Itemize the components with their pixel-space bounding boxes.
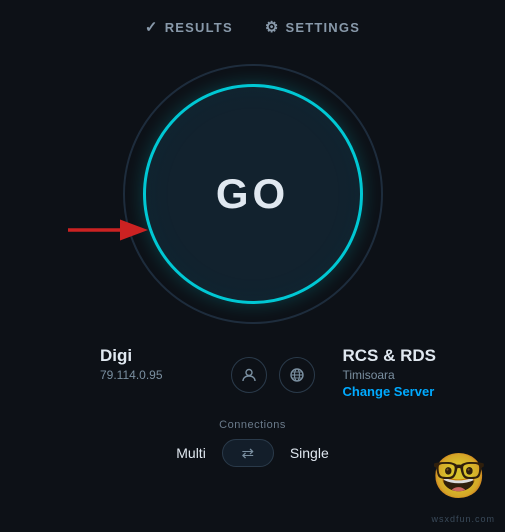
server-name: RCS & RDS: [343, 346, 437, 366]
connections-section: Connections Multi ⇄ Single: [0, 419, 505, 467]
red-arrow-icon: [63, 212, 153, 248]
isp-name: Digi: [100, 346, 132, 366]
connections-label: Connections: [219, 419, 286, 431]
settings-label: SETTINGS: [285, 20, 360, 35]
check-circle-icon: ✓: [145, 18, 159, 36]
server-location: Timisoara: [343, 368, 395, 382]
globe-icon: [289, 367, 305, 383]
change-server-button[interactable]: Change Server: [343, 384, 435, 399]
user-icon-circle: [231, 357, 267, 393]
mascot-watermark: 🤓: [433, 450, 485, 502]
isp-info: Digi 79.114.0.95: [40, 346, 223, 382]
results-label: RESULTS: [165, 20, 233, 35]
connections-toggle: Multi ⇄ Single: [176, 439, 328, 467]
top-nav: ✓ RESULTS ⚙ SETTINGS: [145, 18, 360, 36]
go-label: GO: [216, 170, 289, 218]
divider-icons: [231, 353, 315, 393]
results-nav-item[interactable]: ✓ RESULTS: [145, 18, 233, 36]
gear-icon: ⚙: [265, 18, 280, 36]
multi-option[interactable]: Multi: [176, 445, 206, 461]
info-row: Digi 79.114.0.95 RCS & RDS Timisoara Cha…: [0, 346, 505, 399]
toggle-switch[interactable]: ⇄: [222, 439, 274, 467]
user-icon: [241, 367, 257, 383]
go-button[interactable]: GO: [143, 84, 363, 304]
server-info: RCS & RDS Timisoara Change Server: [323, 346, 466, 399]
toggle-arrows-icon: ⇄: [242, 444, 255, 462]
globe-icon-circle: [279, 357, 315, 393]
single-option[interactable]: Single: [290, 445, 329, 461]
settings-nav-item[interactable]: ⚙ SETTINGS: [265, 18, 360, 36]
watermark-text: wsxdfun.com: [431, 514, 495, 524]
ip-address: 79.114.0.95: [100, 368, 163, 382]
speedtest-circle-container: GO: [123, 64, 383, 324]
